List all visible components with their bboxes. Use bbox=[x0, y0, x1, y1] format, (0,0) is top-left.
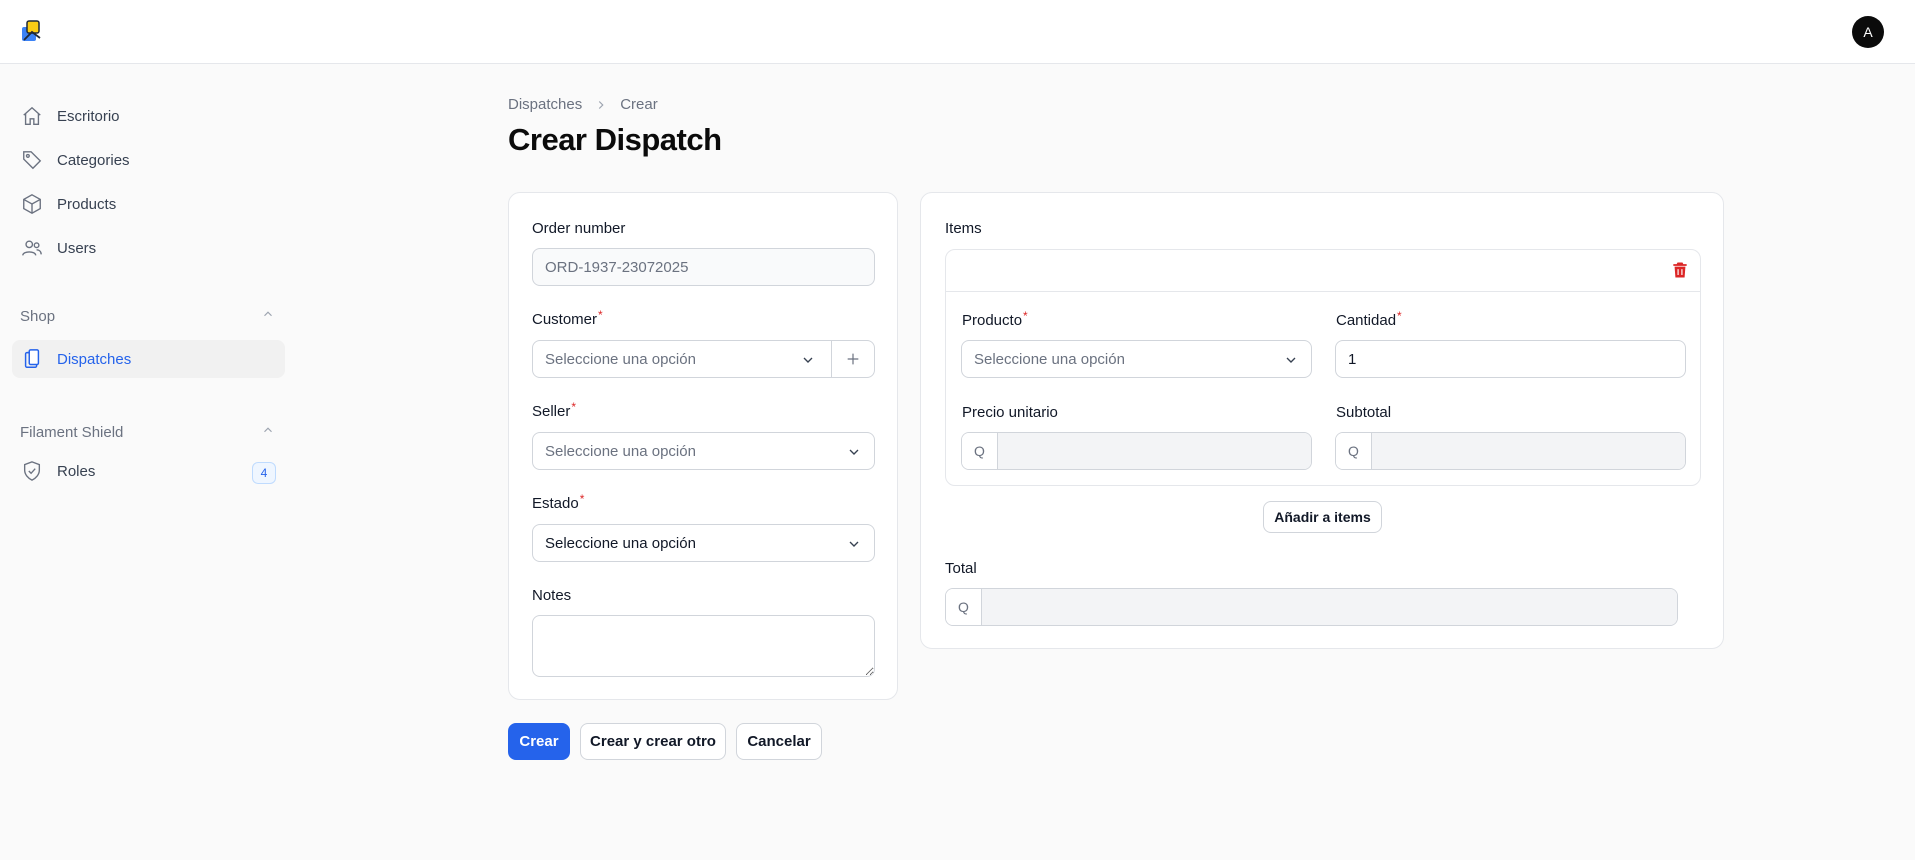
total-field[interactable]: Q bbox=[945, 588, 1678, 626]
sidebar-item-dispatches[interactable]: Dispatches bbox=[12, 340, 285, 378]
sidebar-item-users[interactable]: Users bbox=[12, 229, 285, 267]
customer-label: Customer* bbox=[532, 308, 603, 328]
sidebar: Escritorio Categories Products Users Sho… bbox=[0, 64, 300, 860]
sidebar-item-label: Dispatches bbox=[57, 350, 132, 368]
estado-select[interactable]: Seleccione una opción bbox=[532, 524, 875, 562]
trash-icon bbox=[1673, 262, 1687, 278]
currency-prefix: Q bbox=[1336, 433, 1372, 469]
count-badge: 4 bbox=[252, 462, 276, 484]
add-customer-button[interactable] bbox=[832, 341, 874, 377]
chevron-right-icon bbox=[594, 98, 608, 112]
chevron-down-icon bbox=[803, 357, 813, 363]
user-avatar[interactable]: A bbox=[1852, 16, 1884, 48]
producto-select[interactable]: Seleccione una opción bbox=[961, 340, 1312, 378]
cantidad-label: Cantidad* bbox=[1336, 309, 1402, 329]
subtotal-value bbox=[1372, 433, 1685, 469]
sidebar-item-label: Escritorio bbox=[57, 107, 120, 125]
producto-label: Producto* bbox=[962, 309, 1028, 329]
cube-icon bbox=[21, 193, 43, 215]
estado-label: Estado* bbox=[532, 492, 585, 512]
currency-prefix: Q bbox=[946, 589, 982, 625]
items-label: Items bbox=[945, 220, 982, 237]
shield-icon bbox=[21, 460, 43, 482]
notes-label: Notes bbox=[532, 587, 572, 604]
sidebar-item-products[interactable]: Products bbox=[12, 185, 285, 223]
total-value bbox=[982, 589, 1677, 625]
notes-textarea[interactable] bbox=[532, 615, 875, 677]
sidebar-group-label: Shop bbox=[20, 307, 56, 325]
tag-icon bbox=[21, 149, 43, 171]
chevron-up-icon bbox=[261, 423, 275, 441]
customer-select[interactable]: Seleccione una opción bbox=[532, 340, 875, 378]
page-title: Crear Dispatch bbox=[508, 122, 722, 157]
delete-item-button[interactable] bbox=[1670, 260, 1690, 284]
home-icon bbox=[21, 105, 43, 127]
breadcrumb-link-dispatches[interactable]: Dispatches bbox=[508, 96, 582, 113]
subtotal-field[interactable]: Q bbox=[1335, 432, 1686, 470]
clipboard-icon bbox=[21, 348, 43, 370]
avatar-initial: A bbox=[1863, 24, 1873, 40]
seller-select[interactable]: Seleccione una opción bbox=[532, 432, 875, 470]
create-button[interactable]: Crear bbox=[508, 723, 570, 760]
cantidad-input[interactable]: 1 bbox=[1335, 340, 1686, 378]
add-item-button[interactable]: Añadir a items bbox=[1263, 501, 1382, 533]
item-repeater-row: Producto* Seleccione una opción Cantidad… bbox=[945, 249, 1701, 486]
currency-prefix: Q bbox=[962, 433, 998, 469]
create-another-button[interactable]: Crear y crear otro bbox=[580, 723, 726, 760]
top-bar: A bbox=[0, 0, 1915, 64]
dispatch-form-card: Order number ORD-1937-23072025 Customer*… bbox=[508, 192, 898, 700]
seller-label: Seller* bbox=[532, 400, 577, 420]
precio-unitario-label: Precio unitario bbox=[962, 404, 1058, 421]
sidebar-item-categories[interactable]: Categories bbox=[12, 141, 285, 179]
total-label: Total bbox=[945, 560, 977, 577]
chevron-up-icon bbox=[261, 307, 275, 325]
sidebar-item-label: Products bbox=[57, 195, 117, 213]
subtotal-label: Subtotal bbox=[1336, 404, 1392, 421]
sidebar-item-label: Users bbox=[57, 239, 97, 257]
chevron-down-icon bbox=[1286, 357, 1296, 363]
breadcrumb-current: Crear bbox=[620, 96, 658, 113]
chevron-down-icon bbox=[849, 449, 859, 455]
items-card: Items Producto* Seleccione una opción Ca… bbox=[920, 192, 1724, 649]
precio-unitario-field[interactable]: Q bbox=[961, 432, 1312, 470]
item-header bbox=[946, 250, 1700, 292]
plus-icon bbox=[847, 353, 859, 365]
sidebar-group-label: Filament Shield bbox=[20, 423, 124, 441]
sidebar-item-label: Roles bbox=[57, 462, 96, 480]
order-number-field[interactable]: ORD-1937-23072025 bbox=[532, 248, 875, 286]
sidebar-item-escritorio[interactable]: Escritorio bbox=[12, 97, 285, 135]
precio-unitario-value bbox=[998, 433, 1311, 469]
sidebar-item-roles[interactable]: Roles 4 bbox=[12, 452, 285, 490]
chevron-down-icon bbox=[849, 541, 859, 547]
sidebar-item-label: Categories bbox=[57, 151, 130, 169]
breadcrumb: Dispatches Crear bbox=[508, 96, 658, 113]
order-number-label: Order number bbox=[532, 220, 626, 237]
app-logo-icon[interactable] bbox=[20, 18, 44, 44]
cancel-button[interactable]: Cancelar bbox=[736, 723, 822, 760]
sidebar-group-shop[interactable]: Shop bbox=[20, 304, 275, 328]
sidebar-group-filament-shield[interactable]: Filament Shield bbox=[20, 420, 275, 444]
users-icon bbox=[21, 237, 43, 259]
